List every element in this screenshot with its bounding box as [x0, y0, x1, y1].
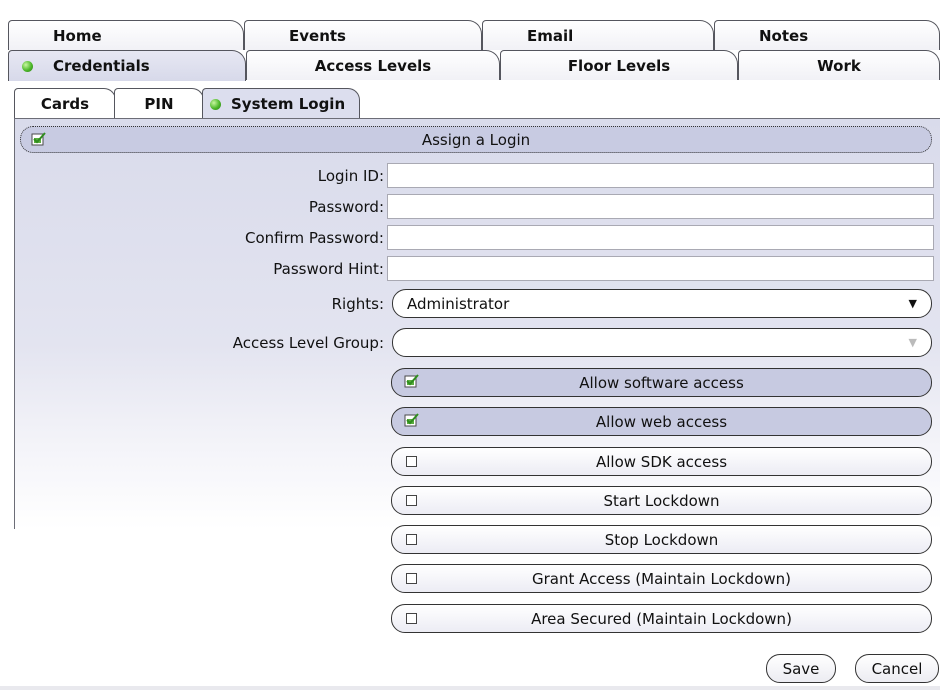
confirm-password-label: Confirm Password: — [244, 229, 384, 247]
login-id-field[interactable] — [387, 163, 934, 188]
checkbox-unchecked-icon — [406, 456, 417, 467]
allow-web-access-toggle[interactable]: Allow web access — [391, 407, 932, 436]
cancel-button[interactable]: Cancel — [855, 654, 939, 683]
chevron-down-icon: ▼ — [908, 297, 917, 310]
checkbox-unchecked-icon — [406, 495, 417, 506]
subtab-system-login[interactable]: System Login — [202, 88, 360, 119]
tab-notes[interactable]: Notes — [714, 20, 940, 50]
checkbox-unchecked-icon — [406, 613, 417, 624]
login-id-label: Login ID: — [317, 167, 384, 185]
main-tabs-row-2: Credentials Access Levels Floor Levels W… — [8, 50, 940, 81]
tab-floor-levels[interactable]: Floor Levels — [500, 50, 738, 80]
tab-work[interactable]: Work — [738, 50, 940, 80]
assign-login-toggle[interactable]: Assign a Login — [20, 126, 932, 153]
checkbox-checked-icon — [404, 413, 419, 427]
subtab-cards[interactable]: Cards — [14, 88, 116, 118]
status-dot-icon — [22, 61, 33, 72]
rights-dropdown[interactable]: Administrator ▼ — [392, 289, 932, 318]
stop-lockdown-toggle[interactable]: Stop Lockdown — [391, 525, 932, 554]
tab-email[interactable]: Email — [482, 20, 714, 50]
tab-access-levels[interactable]: Access Levels — [246, 50, 500, 80]
start-lockdown-toggle[interactable]: Start Lockdown — [391, 486, 932, 515]
access-level-group-label: Access Level Group: — [232, 334, 384, 352]
area-secured-maintain-lockdown-toggle[interactable]: Area Secured (Maintain Lockdown) — [391, 604, 932, 633]
tab-home[interactable]: Home — [8, 20, 244, 50]
password-label: Password: — [308, 198, 384, 216]
confirm-password-field[interactable] — [387, 225, 934, 250]
checkbox-checked-icon — [31, 132, 46, 146]
allow-sdk-access-toggle[interactable]: Allow SDK access — [391, 447, 932, 476]
grant-access-maintain-lockdown-toggle[interactable]: Grant Access (Maintain Lockdown) — [391, 564, 932, 593]
allow-software-access-toggle[interactable]: Allow software access — [391, 368, 932, 397]
tab-events[interactable]: Events — [244, 20, 482, 50]
checkbox-unchecked-icon — [406, 573, 417, 584]
password-field[interactable] — [387, 194, 934, 219]
access-level-group-dropdown[interactable]: ▼ — [392, 328, 932, 357]
status-dot-icon — [210, 98, 221, 110]
checkbox-unchecked-icon — [406, 534, 417, 545]
bottom-border — [0, 686, 940, 690]
main-tabs-row-1: Home Events Email Notes — [8, 20, 940, 50]
checkbox-checked-icon — [404, 374, 419, 388]
rights-label: Rights: — [331, 295, 384, 313]
password-hint-label: Password Hint: — [273, 260, 384, 278]
subtab-pin[interactable]: PIN — [114, 88, 204, 118]
tab-credentials[interactable]: Credentials — [8, 50, 246, 81]
chevron-down-icon: ▼ — [908, 336, 917, 349]
credential-sub-tabs: Cards PIN System Login — [14, 88, 374, 119]
password-hint-field[interactable] — [387, 256, 934, 281]
save-button[interactable]: Save — [766, 654, 836, 683]
